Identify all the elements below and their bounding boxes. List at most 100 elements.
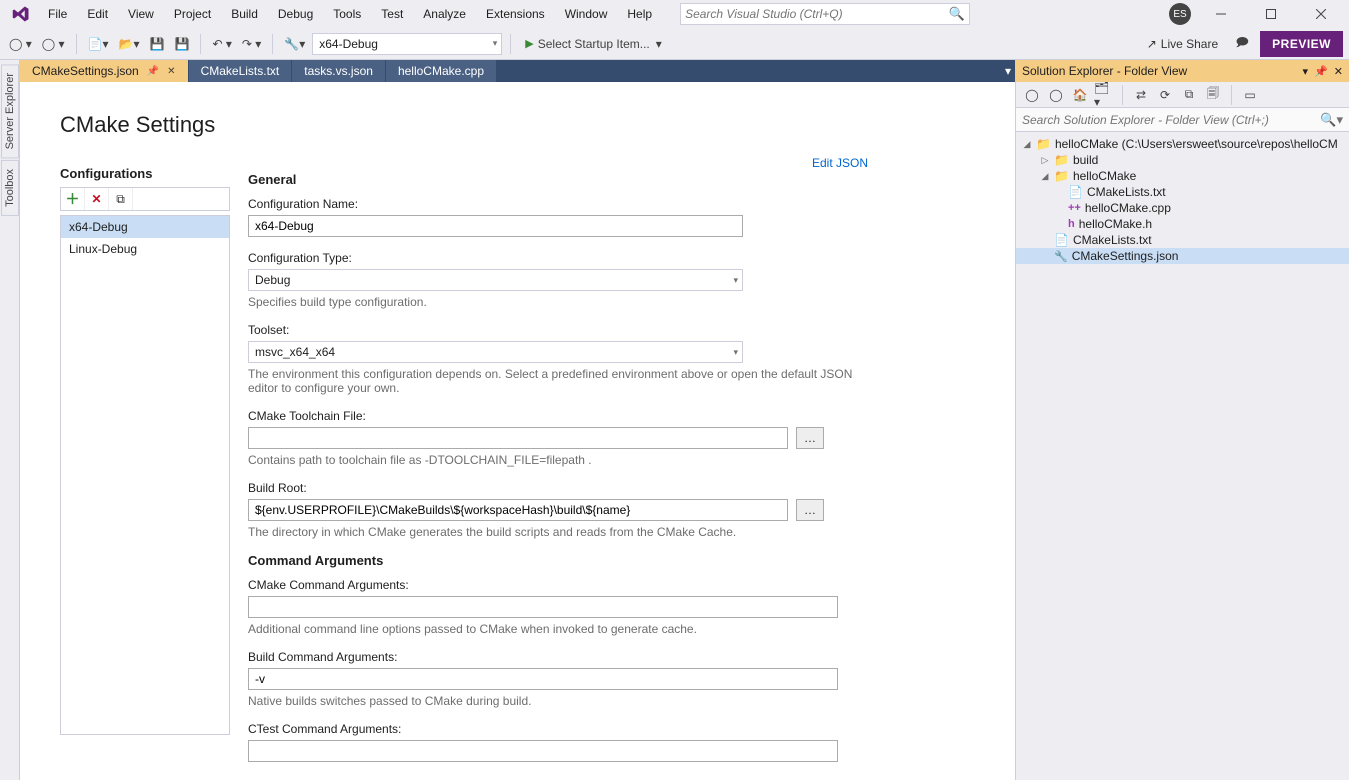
panel-search-input[interactable] [1022, 113, 1320, 127]
menu-analyze[interactable]: Analyze [413, 3, 476, 25]
tree-build[interactable]: ▷ 📁 build [1016, 152, 1349, 168]
menu-tools[interactable]: Tools [323, 3, 371, 25]
menu-view[interactable]: View [118, 3, 164, 25]
back-button[interactable]: ◯ [1022, 85, 1042, 105]
menu-build[interactable]: Build [221, 3, 268, 25]
avatar[interactable]: ES [1169, 3, 1191, 25]
dock-toolbox[interactable]: Toolbox [1, 160, 19, 216]
panel-dropdown-button[interactable]: ▾ [1303, 65, 1309, 78]
start-button[interactable]: ▶ Select Startup Item... ▾ [519, 32, 668, 56]
menu-project[interactable]: Project [164, 3, 221, 25]
select-config-type[interactable]: Debug ▾ [248, 269, 743, 291]
menubar: File Edit View Project Build Debug Tools… [0, 0, 1349, 28]
redo-button[interactable]: ↷ ▾ [239, 32, 264, 56]
main-area: Server Explorer Toolbox CMakeSettings.js… [0, 60, 1349, 780]
forward-button[interactable]: ◯ [1046, 85, 1066, 105]
tree-label: CMakeSettings.json [1072, 249, 1179, 263]
properties-button[interactable]: ▭ [1240, 85, 1260, 105]
window-minimize-button[interactable] [1201, 2, 1241, 26]
solution-config-combo[interactable]: x64-Debug ▾ [312, 33, 502, 55]
tree-hello-h[interactable]: h helloCMake.h [1016, 216, 1349, 232]
menu-help[interactable]: Help [617, 3, 662, 25]
window-close-button[interactable] [1301, 2, 1341, 26]
browse-toolchain-button[interactable]: … [796, 427, 824, 449]
folder-icon: 📁 [1054, 169, 1069, 183]
menu-extensions[interactable]: Extensions [476, 3, 555, 25]
select-toolset[interactable]: msvc_x64_x64 ▾ [248, 341, 743, 363]
tab-cmakelists[interactable]: CMakeLists.txt [189, 60, 293, 82]
new-project-button[interactable]: 📄▾ [85, 32, 112, 56]
input-toolchain[interactable] [248, 427, 788, 449]
menu-test[interactable]: Test [371, 3, 413, 25]
browse-build-root-button[interactable]: … [796, 499, 824, 521]
doc-tabs-overflow[interactable]: ▾ [1001, 60, 1015, 82]
remove-config-button[interactable]: ✕ [85, 188, 109, 210]
menu-file[interactable]: File [38, 3, 77, 25]
feedback-button[interactable]: 🗩 [1232, 32, 1252, 56]
cpp-icon: ++ [1068, 202, 1081, 214]
play-icon: ▶ [525, 37, 533, 50]
tree-cmakelists[interactable]: 📄 CMakeLists.txt [1016, 232, 1349, 248]
h-icon: h [1068, 218, 1075, 230]
input-build-root[interactable] [248, 499, 788, 521]
save-all-button[interactable]: 💾 [171, 32, 192, 56]
config-item-x64-debug[interactable]: x64-Debug [61, 216, 229, 238]
switch-views-button[interactable]: 🗂▾ [1094, 85, 1114, 105]
input-config-name[interactable] [248, 215, 743, 237]
vs-logo-icon [10, 3, 32, 25]
edit-json-link[interactable]: Edit JSON [812, 156, 868, 170]
solution-platforms-button[interactable]: 🔧▾ [281, 32, 308, 56]
helper-toolset: The environment this configuration depen… [248, 367, 868, 395]
add-config-button[interactable]: ＋ [61, 188, 85, 210]
tree-cmakesettings[interactable]: 🔧 CMakeSettings.json [1016, 248, 1349, 264]
dock-server-explorer[interactable]: Server Explorer [1, 64, 19, 158]
nav-forward-button[interactable]: ◯ ▾ [39, 32, 68, 56]
json-icon: 🔧 [1054, 250, 1068, 263]
expand-icon[interactable]: ◢ [1022, 139, 1032, 150]
show-all-files-button[interactable]: 🗐 [1203, 85, 1223, 105]
tree-cmakelists-inner[interactable]: 📄 CMakeLists.txt [1016, 184, 1349, 200]
quick-launch-input[interactable] [685, 7, 949, 21]
panel-toolbar: ◯ ◯ 🏠 🗂▾ ⇄ ⟳ ⧉ 🗐 ▭ [1016, 82, 1349, 108]
helper-toolchain: Contains path to toolchain file as -DTOO… [248, 453, 868, 467]
collapse-all-button[interactable]: ⧉ [1179, 85, 1199, 105]
config-item-linux-debug[interactable]: Linux-Debug [61, 238, 229, 260]
panel-close-button[interactable]: ✕ [1334, 65, 1343, 78]
tree-hellocmake-folder[interactable]: ◢ 📁 helloCMake [1016, 168, 1349, 184]
undo-button[interactable]: ↶ ▾ [209, 32, 234, 56]
nav-back-button[interactable]: ◯ ▾ [6, 32, 35, 56]
open-button[interactable]: 📂▾ [116, 32, 143, 56]
input-build-args[interactable] [248, 668, 838, 690]
tab-tasksjson[interactable]: tasks.vs.json [292, 60, 386, 82]
panel-pin-button[interactable]: 📌 [1314, 65, 1328, 78]
sync-button[interactable]: ⇄ [1131, 85, 1151, 105]
window-maximize-button[interactable] [1251, 2, 1291, 26]
label-build-root: Build Root: [248, 481, 868, 495]
tree-hello-cpp[interactable]: ++ helloCMake.cpp [1016, 200, 1349, 216]
input-ctest-args[interactable] [248, 740, 838, 762]
live-share-button[interactable]: ↗ Live Share [1141, 37, 1224, 51]
editor-pane: CMakeSettings.json 📌 ✕ CMakeLists.txt ta… [20, 60, 1015, 780]
label-config-name: Configuration Name: [248, 197, 868, 211]
tree-root[interactable]: ◢ 📁 helloCMake (C:\Users\ersweet\source\… [1016, 136, 1349, 152]
expand-icon[interactable]: ◢ [1040, 171, 1050, 182]
field-build-args: Build Command Arguments: Native builds s… [248, 650, 868, 708]
home-button[interactable]: 🏠 [1070, 85, 1090, 105]
menu-items: File Edit View Project Build Debug Tools… [38, 3, 662, 25]
menu-debug[interactable]: Debug [268, 3, 323, 25]
tab-hellocmake-cpp[interactable]: helloCMake.cpp [386, 60, 497, 82]
copy-config-button[interactable]: ⧉ [109, 188, 133, 210]
menu-edit[interactable]: Edit [77, 3, 118, 25]
close-icon[interactable]: ✕ [167, 66, 175, 77]
expand-icon[interactable]: ▷ [1040, 155, 1050, 166]
preview-button[interactable]: PREVIEW [1260, 31, 1343, 57]
pin-icon[interactable]: 📌 [147, 66, 159, 77]
menu-window[interactable]: Window [555, 3, 618, 25]
refresh-button[interactable]: ⟳ [1155, 85, 1175, 105]
quick-launch[interactable]: 🔍 [680, 3, 970, 25]
input-cmake-args[interactable] [248, 596, 838, 618]
save-button[interactable]: 💾 [147, 32, 168, 56]
label-build-args: Build Command Arguments: [248, 650, 868, 664]
panel-search[interactable]: 🔍▾ [1016, 108, 1349, 132]
tab-cmakesettings[interactable]: CMakeSettings.json 📌 ✕ [20, 60, 189, 82]
